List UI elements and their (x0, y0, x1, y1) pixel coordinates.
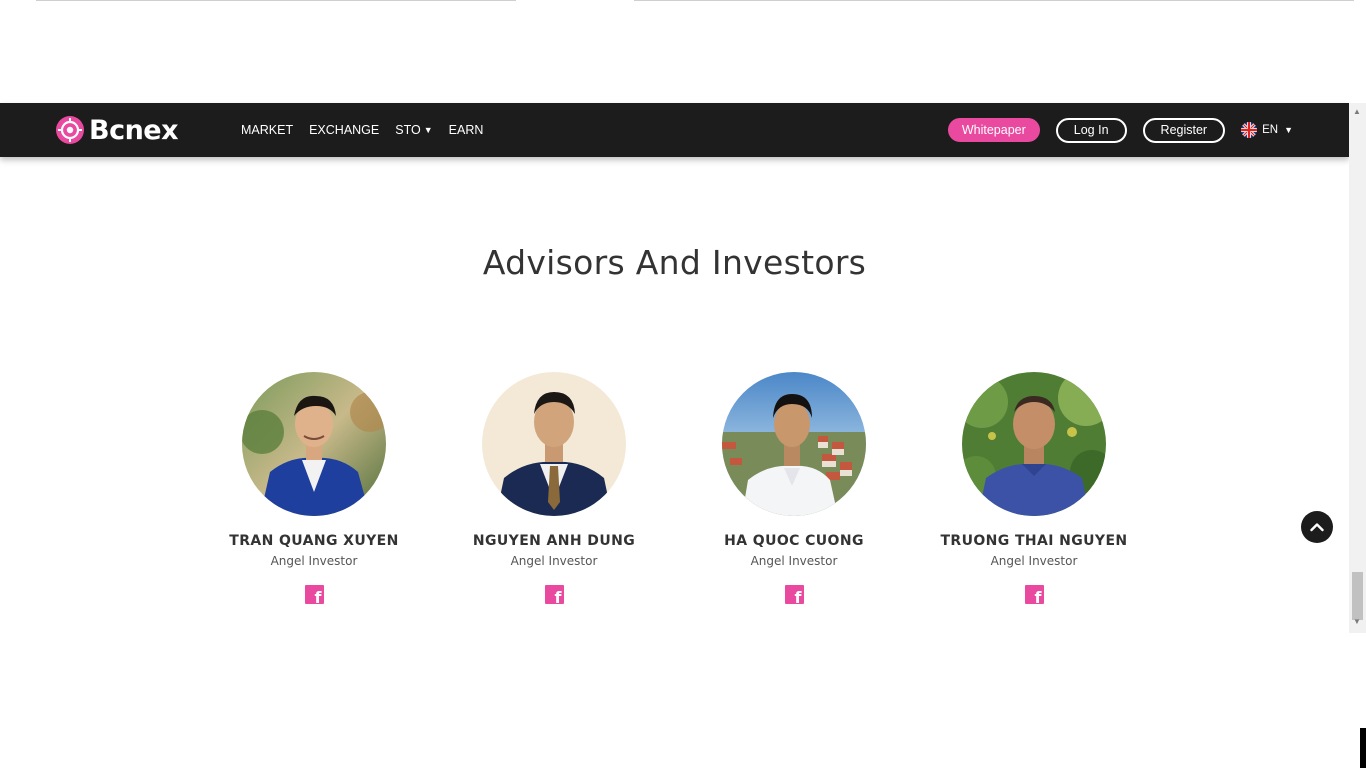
nav-market-label: MARKET (241, 123, 294, 137)
bcnex-logo-icon (56, 116, 84, 144)
login-button[interactable]: Log In (1055, 117, 1127, 143)
advisor-role: Angel Investor (270, 554, 358, 568)
main-navbar: Bcnex MARKET EXCHANGE STO ▼ EARN Whitepa… (0, 103, 1349, 157)
nav-sto-dropdown[interactable]: STO ▼ (395, 123, 432, 137)
scroll-down-icon[interactable]: ▼ (1353, 617, 1361, 626)
advisor-role: Angel Investor (990, 554, 1078, 568)
scroll-up-icon[interactable]: ▲ (1353, 107, 1361, 116)
top-blank-area (0, 0, 1366, 103)
avatar (962, 372, 1106, 516)
language-code: EN (1262, 124, 1279, 136)
page-scrollbar[interactable]: ▲ ▼ (1349, 103, 1366, 633)
chevron-down-icon: ▼ (1284, 125, 1293, 135)
facebook-icon[interactable]: f (784, 585, 804, 606)
advisor-card: NGUYEN ANH DUNG Angel Investor f (434, 372, 674, 606)
advisor-card: TRAN QUANG XUYEN Angel Investor f (194, 372, 434, 606)
advisor-card: TRUONG THAI NGUYEN Angel Investor f (914, 372, 1154, 606)
nav-exchange[interactable]: EXCHANGE (309, 123, 379, 137)
back-to-top-button[interactable] (1301, 511, 1333, 543)
register-button[interactable]: Register (1142, 117, 1226, 143)
nav-actions: Whitepaper Log In Register EN ▼ (947, 103, 1293, 157)
advisor-name: HA QUOC CUONG (724, 533, 864, 549)
avatar (482, 372, 626, 516)
advisor-card: HA QUOC CUONG Angel Investor f (674, 372, 914, 606)
window-edge (1360, 728, 1366, 768)
facebook-icon[interactable]: f (1024, 585, 1044, 606)
nav-links: MARKET EXCHANGE STO ▼ EARN (241, 103, 499, 157)
divider (36, 0, 516, 1)
avatar (242, 372, 386, 516)
bcnex-logo[interactable]: Bcnex (55, 114, 179, 146)
chevron-up-icon (1310, 523, 1324, 532)
whitepaper-button[interactable]: Whitepaper (947, 118, 1040, 142)
nav-exchange-label: EXCHANGE (309, 123, 380, 137)
facebook-icon[interactable]: f (544, 585, 564, 606)
nav-sto-label: STO (395, 123, 421, 137)
section-title: Advisors And Investors (482, 243, 867, 282)
advisor-name: NGUYEN ANH DUNG (472, 533, 636, 549)
advisor-role: Angel Investor (750, 554, 838, 568)
chevron-down-icon: ▼ (423, 125, 433, 135)
nav-earn[interactable]: EARN (449, 123, 484, 137)
nav-earn-label: EARN (448, 123, 484, 137)
advisor-name: TRAN QUANG XUYEN (229, 533, 399, 549)
advisor-role: Angel Investor (510, 554, 598, 568)
brand-name: Bcnex (89, 114, 179, 146)
avatar (722, 372, 866, 516)
nav-market[interactable]: MARKET (241, 123, 293, 137)
facebook-icon[interactable]: f (304, 585, 324, 606)
divider (634, 0, 1354, 1)
language-selector[interactable]: EN ▼ (1241, 122, 1293, 138)
uk-flag-icon (1241, 122, 1258, 138)
advisor-name: TRUONG THAI NGUYEN (940, 533, 1128, 549)
scrollbar-thumb[interactable] (1352, 572, 1363, 620)
